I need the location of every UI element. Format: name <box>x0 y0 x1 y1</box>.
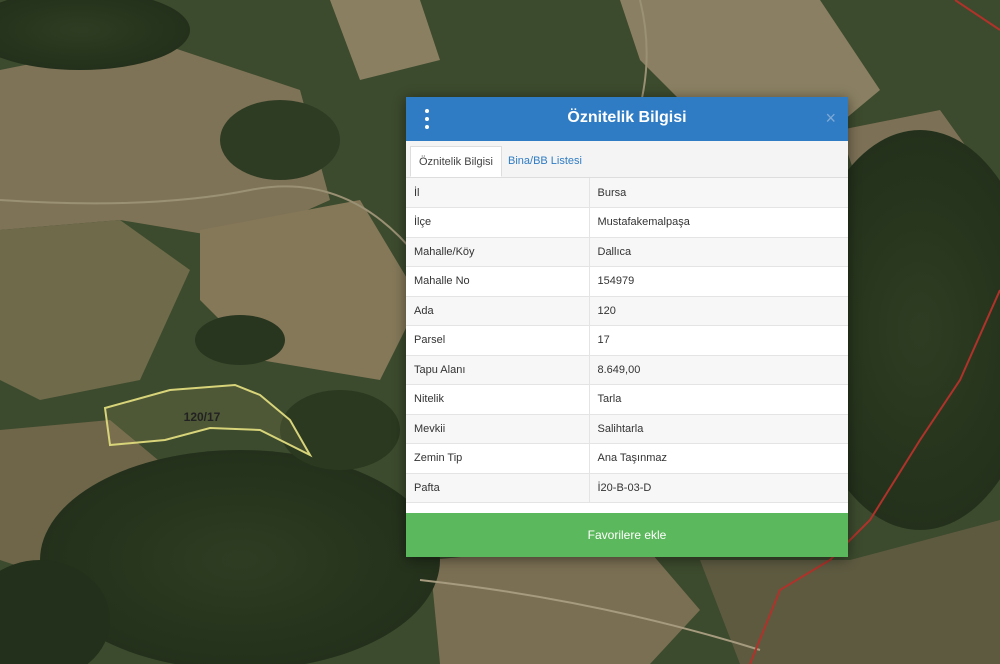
attribute-value: Dallıca <box>589 237 848 267</box>
attribute-key: Tapu Alanı <box>406 355 590 385</box>
attribute-key: Pafta <box>406 473 590 503</box>
attribute-key: Parsel <box>406 325 590 356</box>
table-row: Mahalle/Köy Dallıca <box>406 237 848 267</box>
attribute-key: Nitelik <box>406 384 590 415</box>
close-icon[interactable]: × <box>825 108 836 128</box>
attribute-value: Mustafakemalpaşa <box>589 207 848 238</box>
attribute-value: 120 <box>589 296 848 326</box>
attribute-value: Salihtarla <box>589 414 848 444</box>
attribute-key: Mevkii <box>406 414 590 444</box>
tab-building-list[interactable]: Bina/BB Listesi <box>500 146 590 177</box>
table-row: Pafta İ20-B-03-D <box>406 473 848 503</box>
dialog-header: Öznitelik Bilgisi × <box>406 97 848 141</box>
attribute-value: Bursa <box>589 178 848 208</box>
attribute-key: Mahalle/Köy <box>406 237 590 267</box>
attribute-info-dialog: Öznitelik Bilgisi × Öznitelik Bilgisi Bi… <box>406 97 848 557</box>
attribute-key: İlçe <box>406 207 590 238</box>
attribute-value: Tarla <box>589 384 848 415</box>
table-row: Mahalle No 154979 <box>406 266 848 297</box>
table-row: İl Bursa <box>406 178 848 208</box>
parcel-label: 120/17 <box>184 410 221 424</box>
add-to-favorites-button[interactable]: Favorilere ekle <box>406 513 848 557</box>
tab-bar: Öznitelik Bilgisi Bina/BB Listesi <box>406 141 848 178</box>
attribute-value: İ20-B-03-D <box>589 473 848 503</box>
table-row: Zemin Tip Ana Taşınmaz <box>406 443 848 474</box>
table-row: Nitelik Tarla <box>406 384 848 415</box>
table-row: Parsel 17 <box>406 325 848 356</box>
tab-attribute-info[interactable]: Öznitelik Bilgisi <box>410 146 502 177</box>
attribute-key: İl <box>406 178 590 208</box>
table-row: Mevkii Salihtarla <box>406 414 848 444</box>
attribute-key: Ada <box>406 296 590 326</box>
attribute-key: Mahalle No <box>406 266 590 297</box>
dialog-title: Öznitelik Bilgisi <box>567 109 687 126</box>
attribute-value: 154979 <box>589 266 848 297</box>
attribute-value: 8.649,00 <box>589 355 848 385</box>
attribute-table: İl Bursa İlçe Mustafakemalpaşa Mahalle/Köy Da… <box>406 178 848 503</box>
attribute-value: 17 <box>589 325 848 356</box>
table-row: Tapu Alanı 8.649,00 <box>406 355 848 385</box>
table-row: Ada 120 <box>406 296 848 326</box>
attribute-key: Zemin Tip <box>406 443 590 474</box>
attribute-value: Ana Taşınmaz <box>589 443 848 474</box>
table-row: İlçe Mustafakemalpaşa <box>406 207 848 238</box>
